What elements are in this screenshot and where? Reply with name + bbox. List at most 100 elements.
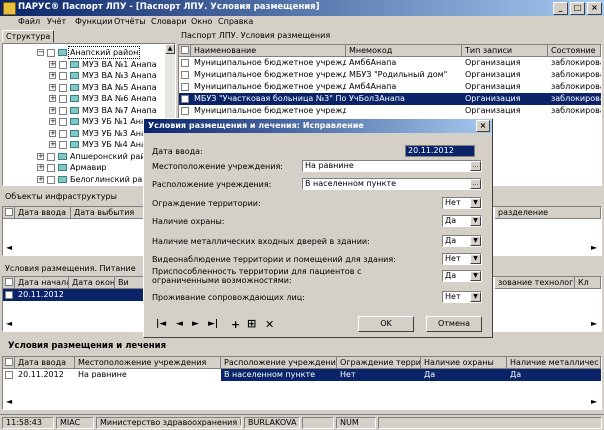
tree-item[interactable]: + МУЗ ВА №5 Анапа [3,82,163,93]
tree-item[interactable]: + МУЗ УБ №4 Анапа [3,139,163,150]
tree-item[interactable]: + Апшеронский район [3,151,163,162]
col-state[interactable]: Состояние [548,45,601,57]
dropdown-arrow-icon[interactable]: ▼ [470,216,481,226]
tree-expand-icon[interactable]: + [49,60,56,68]
table-row[interactable]: Муниципальное бюджетное учреждение ...Ам… [179,57,601,69]
ellipsis-button[interactable]: … [470,179,481,189]
table-row[interactable]: Муниципальное бюджетное учреждение ...Ам… [179,81,601,93]
nutrition-col-start[interactable]: Дата начала [15,277,69,289]
prev-record-icon[interactable]: ◄ [176,319,183,329]
tree-expand-icon[interactable]: + [49,129,56,137]
infra-col-extra[interactable]: разделение [495,207,601,219]
tree-checkbox[interactable] [59,83,67,92]
menu-help[interactable]: Справка [218,17,253,26]
infra-header-check[interactable] [3,207,15,219]
header-check[interactable] [179,45,191,57]
tree-checkbox[interactable] [47,152,55,161]
tree-item[interactable]: + Армавир [3,162,163,173]
dialog-close-button[interactable]: × [476,120,490,132]
tree-item[interactable]: + МУЗ ВА №3 Анапа [3,70,163,81]
menu-reports[interactable]: Отчёты [114,17,146,26]
table-row[interactable]: Муниципальное бюджетное учреждение ... Ор… [179,105,601,117]
tree-item[interactable]: + МУЗ ВА №7 Анапа [3,105,163,116]
last-record-icon[interactable]: ►| [208,319,218,329]
tree-checkbox[interactable] [59,106,67,115]
tree-item[interactable]: + МУЗ УБ №1 Анапа [3,116,163,127]
conditions-col-metal-doors[interactable]: Наличие металличес [507,357,601,369]
menu-file[interactable]: Файл [18,17,40,26]
table-row[interactable]: 20.11.2012 [3,289,145,301]
row-checkbox[interactable] [181,95,189,103]
placement-field[interactable]: В населенном пункте [302,178,482,190]
tree-expand-icon[interactable]: + [49,72,56,79]
tree-checkbox[interactable] [59,95,67,103]
conditions-scroll-left[interactable]: ◄ [6,397,12,406]
tree-expand-icon[interactable]: + [37,175,44,183]
menu-dictionaries[interactable]: Словари [151,17,187,26]
conditions-cell-guard[interactable]: Да [421,369,507,381]
tree-checkbox[interactable] [47,164,55,172]
nutrition-scroll-right[interactable]: ► [591,319,597,328]
date-input[interactable]: 20.11.2012 [405,145,475,157]
ok-button[interactable]: OK [358,316,414,332]
nutrition-col-type[interactable]: Ви [115,277,145,289]
tree-checkbox[interactable] [59,118,67,126]
tab-structure[interactable]: Структура [2,30,55,43]
scroll-up-button[interactable]: ▲ [165,44,175,54]
row-checkbox[interactable] [181,83,189,91]
conditions-col-fence[interactable]: Ограждение территор [337,357,421,369]
nutrition-col-class[interactable]: Кл [575,277,601,289]
table-row[interactable]: Муниципальное бюджетное учреждение ...МБ… [179,69,601,81]
maximize-button[interactable]: □ [570,2,585,15]
tree-expand-icon[interactable]: + [49,118,56,125]
col-mnemo[interactable]: Мнемокод [346,45,462,57]
tree-checkbox[interactable] [59,129,67,138]
infra-scroll-left[interactable]: ◄ [6,243,12,252]
tree-checkbox[interactable] [59,141,67,149]
nutrition-scroll-left[interactable]: ◄ [6,319,12,328]
tree-checkbox[interactable] [59,72,67,80]
row-checkbox[interactable] [181,107,189,115]
tree-checkbox[interactable] [59,60,67,69]
ellipsis-button[interactable]: … [470,161,481,171]
dropdown-arrow-icon[interactable]: ▼ [470,271,481,281]
tree-checkbox[interactable] [47,49,55,57]
tree-item[interactable]: − Анапский район [3,46,163,59]
tree-checkbox[interactable] [47,175,55,184]
conditions-cell-date[interactable]: 20.11.2012 [15,369,75,381]
delete-record-icon[interactable]: ✕ [265,318,274,331]
first-record-icon[interactable]: |◄ [156,319,166,329]
conditions-cell-metal-doors[interactable]: Да [507,369,601,381]
infra-scroll-right[interactable]: ► [591,243,597,252]
conditions-col-guard[interactable]: Наличие охраны [421,357,507,369]
conditions-header-check[interactable] [3,357,15,369]
infra-col-date-out[interactable]: Дата выбытия [71,207,146,219]
tree-expand-icon[interactable]: + [49,141,56,148]
conditions-col-location[interactable]: Местоположение учреждения [75,357,221,369]
row-checkbox[interactable] [181,71,189,79]
dropdown-arrow-icon[interactable]: ▼ [470,292,481,302]
nutrition-col-end[interactable]: Дата оконча [69,277,115,289]
next-record-icon[interactable]: ► [192,319,199,329]
conditions-cell-placement[interactable]: В населенном пункте [221,369,337,381]
conditions-row-check[interactable] [3,369,15,381]
minimize-button[interactable]: _ [553,2,568,15]
tree-expand-icon[interactable]: − [37,49,44,56]
dropdown-arrow-icon[interactable]: ▼ [470,236,481,246]
row-checkbox[interactable] [181,59,189,67]
tree-item[interactable]: + МУЗ УБ №3 Анапа [3,128,163,139]
tree-item[interactable]: + МУЗ ВА №1 Анапа [3,59,163,70]
menu-window[interactable]: Окно [191,17,212,26]
cancel-button[interactable]: Отмена [426,316,482,332]
conditions-cell-location[interactable]: На равнине [75,369,221,381]
add-record-icon[interactable]: + [231,318,240,331]
nutrition-header-check[interactable] [3,277,15,289]
tree-expand-icon[interactable]: + [37,164,44,171]
conditions-col-date[interactable]: Дата ввода [15,357,75,369]
col-name[interactable]: Наименование [191,45,346,57]
nutrition-col-tech[interactable]: зование технологии [495,277,575,289]
close-button[interactable]: × [587,2,602,15]
conditions-scroll-right[interactable]: ► [591,397,597,406]
menu-functions[interactable]: Функции [75,17,113,26]
tree-item[interactable]: + МУЗ ВА №6 Анапа [3,93,163,104]
